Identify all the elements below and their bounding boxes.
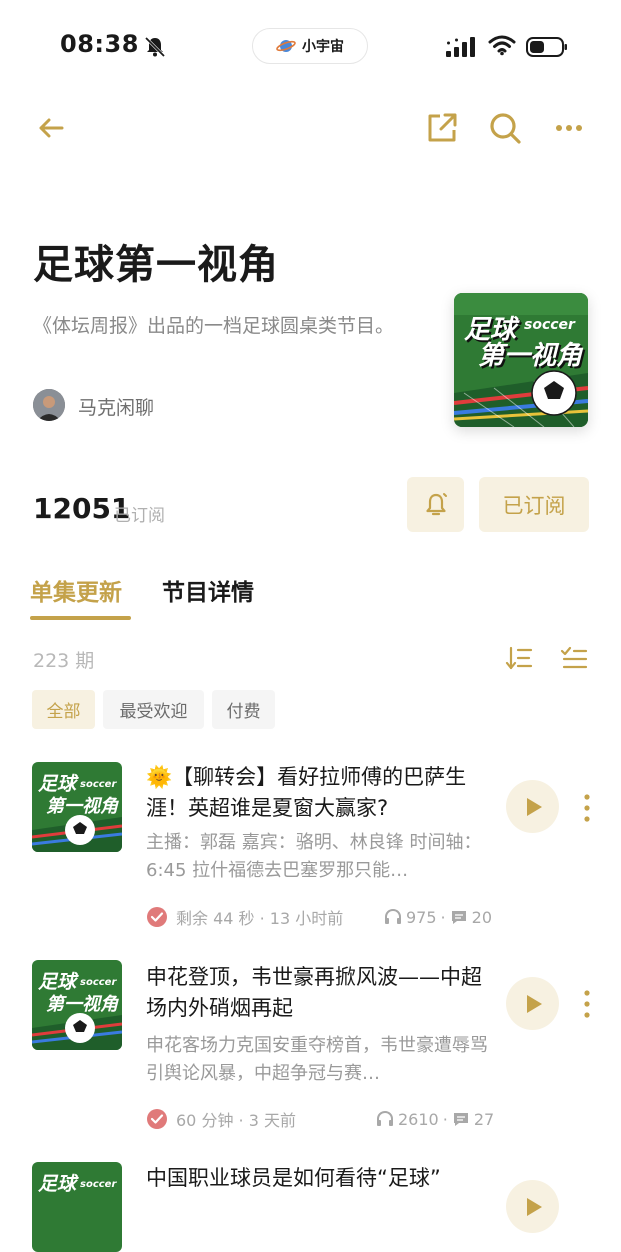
play-icon (526, 1197, 542, 1216)
svg-text:soccer: soccer (80, 1179, 117, 1190)
wifi-icon (488, 35, 516, 56)
bell-icon (425, 492, 447, 515)
episode-title[interactable]: 申花登顶，韦世豪再掀风波——中超场内外硝烟再起 (146, 962, 492, 1024)
episode-cover[interactable]: 足球 soccer 第一视角 (32, 762, 122, 852)
status-time: 08:38 (60, 30, 139, 58)
played-check-icon (147, 907, 167, 927)
page-title: 足球第一视角 (33, 242, 279, 288)
svg-text:soccer: soccer (80, 779, 117, 790)
svg-text:soccer: soccer (80, 977, 117, 988)
play-icon (526, 797, 542, 816)
listens-count: 2610 (398, 1109, 439, 1129)
cover-title-3: 第一视角 (478, 341, 583, 371)
episode-cover[interactable]: 足球 soccer (32, 1162, 122, 1252)
filter-paid[interactable]: 付费 (212, 690, 275, 729)
episode-meta-text: 剩余 44 秒 · 13 小时前 (176, 909, 344, 928)
comments-count: 27 (473, 1109, 495, 1129)
battery-icon (526, 37, 567, 57)
episode-meta: 60 分钟 · 3 天前 (146, 1107, 296, 1131)
back-arrow-icon[interactable] (36, 113, 66, 143)
svg-text:足球: 足球 (38, 773, 79, 795)
play-button[interactable] (506, 1180, 559, 1233)
svg-text:第一视角: 第一视角 (46, 796, 119, 817)
comment-icon (453, 1113, 468, 1126)
stats-separator: · (440, 907, 446, 927)
played-check-icon (147, 1109, 167, 1129)
episode-cover[interactable]: 足球 soccer 第一视角 (32, 960, 122, 1050)
svg-text:足球: 足球 (38, 971, 79, 993)
app-pill[interactable]: 小宇宙 (252, 28, 368, 64)
bell-off-icon (144, 36, 166, 58)
svg-text:第一视角: 第一视角 (46, 994, 119, 1015)
episode-title[interactable]: 中国职业球员是如何看待“足球” (146, 1163, 492, 1194)
filter-popular[interactable]: 最受欢迎 (103, 690, 204, 729)
play-button[interactable] (506, 780, 559, 833)
svg-text:足球: 足球 (38, 1173, 79, 1195)
sort-icon[interactable] (505, 644, 533, 672)
tab-underline (30, 616, 131, 620)
avatar[interactable] (33, 389, 65, 421)
episode-summary: 主播：郭磊 嘉宾：骆明、林良锋 时间轴： 6:45 拉什福德去巴塞罗那只能… (146, 832, 482, 881)
episode-summary: 申花客场力克国安重夺榜首，韦世豪遭辱骂引舆论风暴，中超争冠与赛… (146, 1035, 488, 1084)
episode-stats: 975 · 20 (384, 905, 492, 929)
episode-stats: 2610 · 27 (376, 1107, 494, 1131)
planet-icon (276, 40, 296, 52)
tab-details[interactable]: 节目详情 (162, 573, 254, 607)
play-button[interactable] (506, 977, 559, 1030)
episode-meta: 剩余 44 秒 · 13 小时前 (146, 905, 343, 929)
more-icon[interactable] (555, 118, 583, 138)
podcast-description: 《体坛周报》出品的一档足球圆桌类节目。 (33, 315, 395, 337)
headphones-icon (377, 1110, 393, 1126)
episode-meta-text: 60 分钟 · 3 天前 (176, 1111, 296, 1130)
cover-title-2: soccer (524, 317, 575, 333)
app-pill-label: 小宇宙 (302, 39, 344, 55)
listens-count: 975 (406, 907, 437, 927)
filter-all[interactable]: 全部 (32, 690, 95, 729)
share-icon[interactable] (426, 112, 458, 144)
host-name[interactable]: 马克闲聊 (78, 393, 154, 420)
play-icon (526, 994, 542, 1013)
episode-more-icon[interactable] (582, 989, 592, 1019)
podcast-cover: 足球 soccer 第一视角 (454, 293, 588, 427)
subscriber-label: 已订阅 (114, 506, 165, 526)
stats-separator: · (442, 1109, 448, 1129)
search-icon[interactable] (488, 111, 522, 145)
headphones-icon (385, 908, 401, 924)
comments-count: 20 (471, 907, 492, 927)
subscribe-button[interactable]: 已订阅 (479, 477, 589, 532)
episode-more-icon[interactable] (582, 793, 592, 823)
select-list-icon[interactable] (560, 644, 588, 672)
signal-icon (446, 37, 475, 57)
episode-count: 223 期 (33, 650, 95, 672)
notify-button[interactable] (407, 477, 464, 532)
episode-title[interactable]: 🌞【聊转会】看好拉师傅的巴萨生涯！英超谁是夏窗大赢家? (146, 762, 492, 824)
tab-episodes[interactable]: 单集更新 (30, 573, 122, 607)
comment-icon (451, 911, 466, 924)
